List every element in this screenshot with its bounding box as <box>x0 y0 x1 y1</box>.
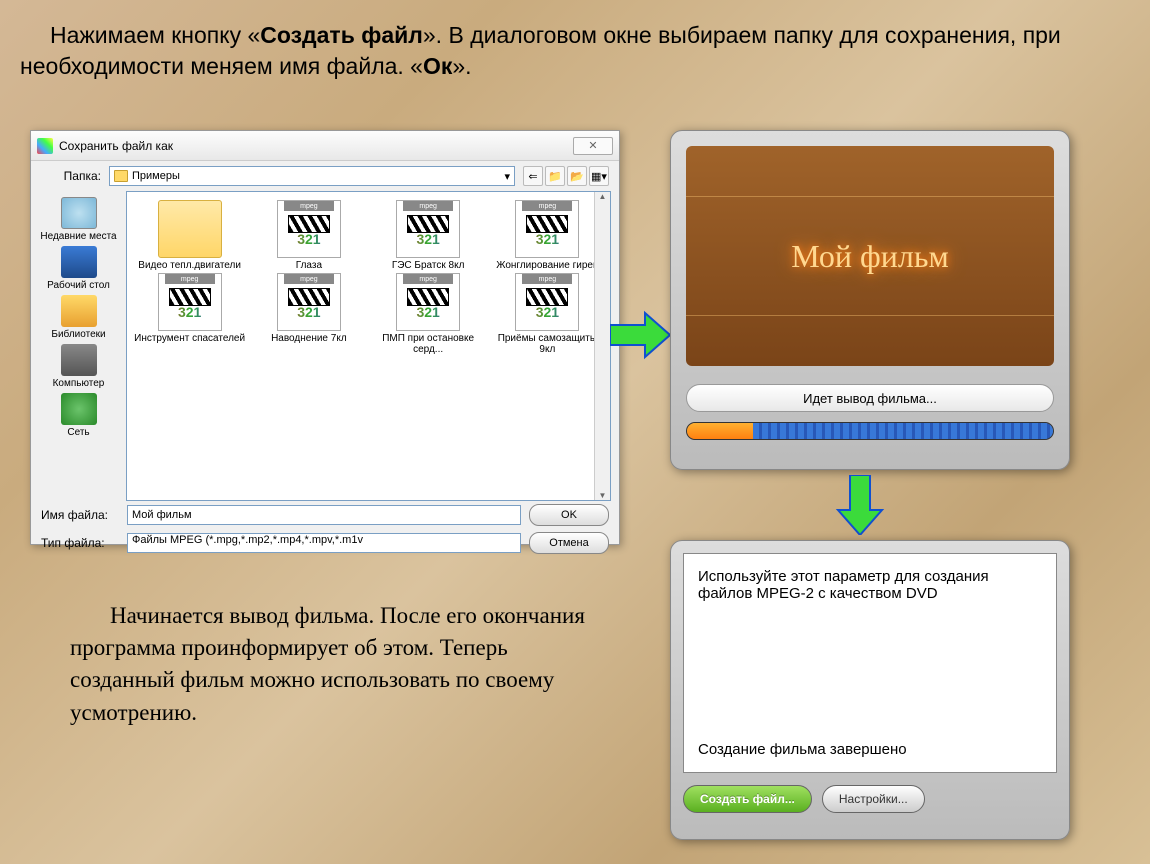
info-text-area: Используйте этот параметр для создания ф… <box>683 553 1057 773</box>
body-text: Начинается вывод фильма. После его оконч… <box>70 600 590 729</box>
progress-bar <box>686 422 1054 440</box>
filetype-label: Тип файла: <box>41 536 119 550</box>
info-panel: Используйте этот параметр для создания ф… <box>670 540 1070 840</box>
app-icon <box>37 138 53 154</box>
file-item[interactable]: Приёмы самозащиты 9кл <box>489 273 606 355</box>
filename-input[interactable] <box>127 505 521 525</box>
sidebar-computer[interactable]: Компьютер <box>39 344 119 389</box>
arrow-icon <box>835 475 885 535</box>
titlebar: Сохранить файл как ✕ <box>31 131 619 161</box>
ok-button[interactable]: OK <box>529 504 609 526</box>
instruction-text: Нажимаем кнопку «Создать файл». В диалог… <box>20 20 1130 82</box>
file-item[interactable]: Наводнение 7кл <box>250 273 367 355</box>
filename-label: Имя файла: <box>41 508 119 522</box>
close-button[interactable]: ✕ <box>573 137 613 155</box>
file-item[interactable]: Видео тепл.двигатели <box>131 200 248 271</box>
folder-icon <box>114 170 128 182</box>
up-icon[interactable]: 📁 <box>545 166 565 186</box>
file-item[interactable]: Инструмент спасателей <box>131 273 248 355</box>
folder-dropdown[interactable]: Примеры ▾ <box>109 166 515 186</box>
new-folder-icon[interactable]: 📂 <box>567 166 587 186</box>
view-icon[interactable]: ▦▾ <box>589 166 609 186</box>
arrow-icon <box>610 310 670 360</box>
file-area: Видео тепл.двигатели Глаза ГЭС Братск 8к… <box>126 191 611 501</box>
file-item[interactable]: ПМП при остановке серд... <box>370 273 487 355</box>
preview-panel: Мой фильм Идет вывод фильма... <box>670 130 1070 470</box>
info-description: Используйте этот параметр для создания ф… <box>698 568 1042 602</box>
movie-title: Мой фильм <box>791 238 948 275</box>
status-text: Идет вывод фильма... <box>686 384 1054 412</box>
sidebar-desktop[interactable]: Рабочий стол <box>39 246 119 291</box>
sidebar-recent[interactable]: Недавние места <box>39 197 119 242</box>
places-sidebar: Недавние места Рабочий стол Библиотеки К… <box>31 191 126 501</box>
settings-button[interactable]: Настройки... <box>822 785 925 813</box>
dialog-title: Сохранить файл как <box>59 139 173 153</box>
filetype-dropdown[interactable]: Файлы MPEG (*.mpg,*.mp2,*.mp4,*.mpv,*.m1… <box>127 533 521 553</box>
sidebar-network[interactable]: Сеть <box>39 393 119 438</box>
nav-icons: ⇐ 📁 📂 ▦▾ <box>523 166 609 186</box>
folder-row: Папка: Примеры ▾ ⇐ 📁 📂 ▦▾ <box>31 161 619 191</box>
file-item[interactable]: Жонглирование гирей <box>489 200 606 271</box>
scrollbar[interactable] <box>594 192 610 500</box>
save-dialog: Сохранить файл как ✕ Папка: Примеры ▾ ⇐ … <box>30 130 620 545</box>
file-item[interactable]: Глаза <box>250 200 367 271</box>
sidebar-libraries[interactable]: Библиотеки <box>39 295 119 340</box>
file-item[interactable]: ГЭС Братск 8кл <box>370 200 487 271</box>
cancel-button[interactable]: Отмена <box>529 532 609 554</box>
info-status: Создание фильма завершено <box>698 741 1042 758</box>
preview-screen: Мой фильм <box>686 146 1054 366</box>
create-file-button[interactable]: Создать файл... <box>683 785 812 813</box>
folder-label: Папка: <box>41 169 101 183</box>
back-icon[interactable]: ⇐ <box>523 166 543 186</box>
